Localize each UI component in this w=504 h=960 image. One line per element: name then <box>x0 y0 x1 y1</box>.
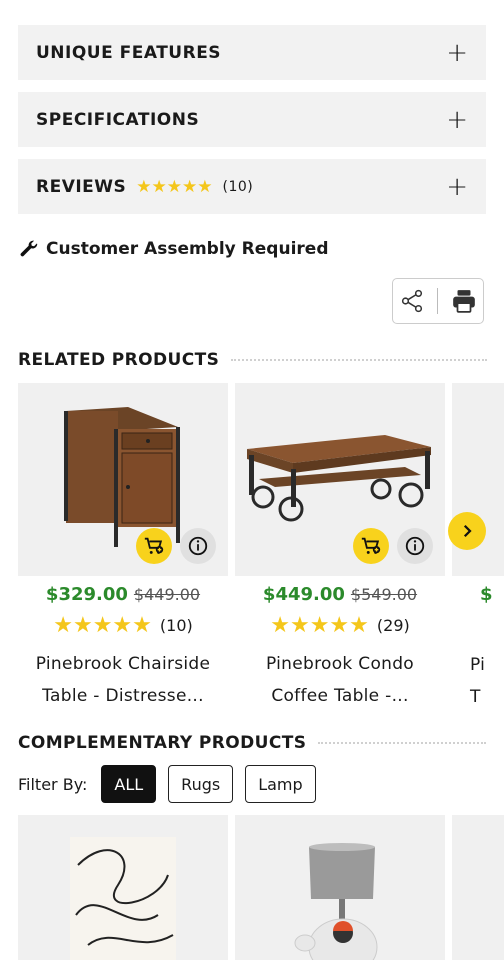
product-name-line: Table - Distresse... <box>42 686 204 706</box>
divider <box>231 359 488 361</box>
product-name[interactable]: Pinebrook Chairside Table - Distresse... <box>18 648 228 712</box>
assembly-note: Customer Assembly Required <box>18 238 328 260</box>
price-row: $ <box>452 584 504 605</box>
star-rating-icon: ★★★★★ <box>136 176 213 197</box>
divider <box>437 288 439 314</box>
chevron-right-icon <box>463 524 472 538</box>
add-to-cart-button[interactable] <box>136 528 172 564</box>
accordion-unique-features[interactable]: UNIQUE FEATURES + <box>18 25 486 80</box>
filter-chip-rugs[interactable]: Rugs <box>168 765 234 803</box>
sale-price: $ <box>480 584 493 605</box>
star-rating-icon: ★★★★★ <box>53 613 152 638</box>
filter-chip-lamp[interactable]: Lamp <box>245 765 316 803</box>
related-products-header: RELATED PRODUCTS <box>18 350 488 370</box>
accordion-title: UNIQUE FEATURES <box>36 42 222 63</box>
assembly-label: Customer Assembly Required <box>46 239 329 259</box>
info-button[interactable] <box>180 528 216 564</box>
rating-row: ★★★★★ (10) <box>18 613 228 638</box>
complementary-products-header: COMPLEMENTARY PRODUCTS <box>18 733 487 753</box>
product-name-line: Pi <box>470 655 486 675</box>
carousel-next-button[interactable] <box>448 512 486 550</box>
add-to-cart-button[interactable] <box>353 528 389 564</box>
cart-plus-icon <box>361 537 381 554</box>
section-title: COMPLEMENTARY PRODUCTS <box>18 733 307 753</box>
reviews-label: REVIEWS <box>36 176 127 197</box>
rating-row <box>452 613 504 639</box>
rating-row: ★★★★★ (29) <box>235 613 445 638</box>
accordion-title-wrap: REVIEWS ★★★★★ (10) <box>36 177 253 197</box>
wrench-icon <box>20 240 38 257</box>
price-row: $329.00 $449.00 <box>18 584 228 605</box>
accordion-reviews[interactable]: REVIEWS ★★★★★ (10) + <box>18 159 486 214</box>
product-name-line: Coffee Table -... <box>271 686 409 706</box>
accordion-specifications[interactable]: SPECIFICATIONS + <box>18 92 486 147</box>
product-card[interactable] <box>18 815 228 960</box>
original-price: $449.00 <box>133 585 201 604</box>
product-name[interactable]: Pi T <box>452 649 504 713</box>
star-rating-icon: ★★★★★ <box>270 613 369 638</box>
product-name-line: Pinebrook Chairside <box>35 654 211 674</box>
divider <box>318 742 487 744</box>
filter-label: Filter By: <box>18 774 88 794</box>
cart-plus-icon <box>144 537 164 554</box>
product-name-line: Pinebrook Condo <box>265 654 415 674</box>
original-price: $549.00 <box>350 585 418 604</box>
price-row: $449.00 $549.00 <box>235 584 445 605</box>
plus-icon[interactable]: + <box>446 107 468 133</box>
rating-count: (29) <box>376 616 410 635</box>
plus-icon[interactable]: + <box>446 174 468 200</box>
accordion-title: SPECIFICATIONS <box>36 109 200 130</box>
info-icon <box>405 536 425 556</box>
sale-price: $449.00 <box>262 584 345 605</box>
lamp-image <box>294 843 378 960</box>
product-card[interactable]: $449.00 $549.00 ★★★★★ (29) Pinebrook Con… <box>235 383 445 712</box>
product-card[interactable] <box>452 815 504 960</box>
product-name-line: T <box>470 687 481 707</box>
sale-price: $329.00 <box>45 584 128 605</box>
review-count: (10) <box>222 178 254 195</box>
filter-row: Filter By: ALL Rugs Lamp <box>18 765 316 803</box>
product-card[interactable] <box>235 815 445 960</box>
share-print-box <box>392 278 484 324</box>
product-name[interactable]: Pinebrook Condo Coffee Table -... <box>235 648 445 712</box>
product-card[interactable]: $329.00 $449.00 ★★★★★ (10) Pinebrook Cha… <box>18 383 228 712</box>
filter-chip-all[interactable]: ALL <box>101 765 157 803</box>
share-icon[interactable] <box>399 288 425 314</box>
product-image[interactable] <box>235 383 445 576</box>
product-image[interactable] <box>18 383 228 576</box>
info-icon <box>188 536 208 556</box>
section-title: RELATED PRODUCTS <box>18 350 220 370</box>
rug-image <box>70 837 176 960</box>
plus-icon[interactable]: + <box>446 40 468 66</box>
print-icon[interactable] <box>451 288 477 314</box>
info-button[interactable] <box>397 528 433 564</box>
rating-count: (10) <box>159 616 193 635</box>
